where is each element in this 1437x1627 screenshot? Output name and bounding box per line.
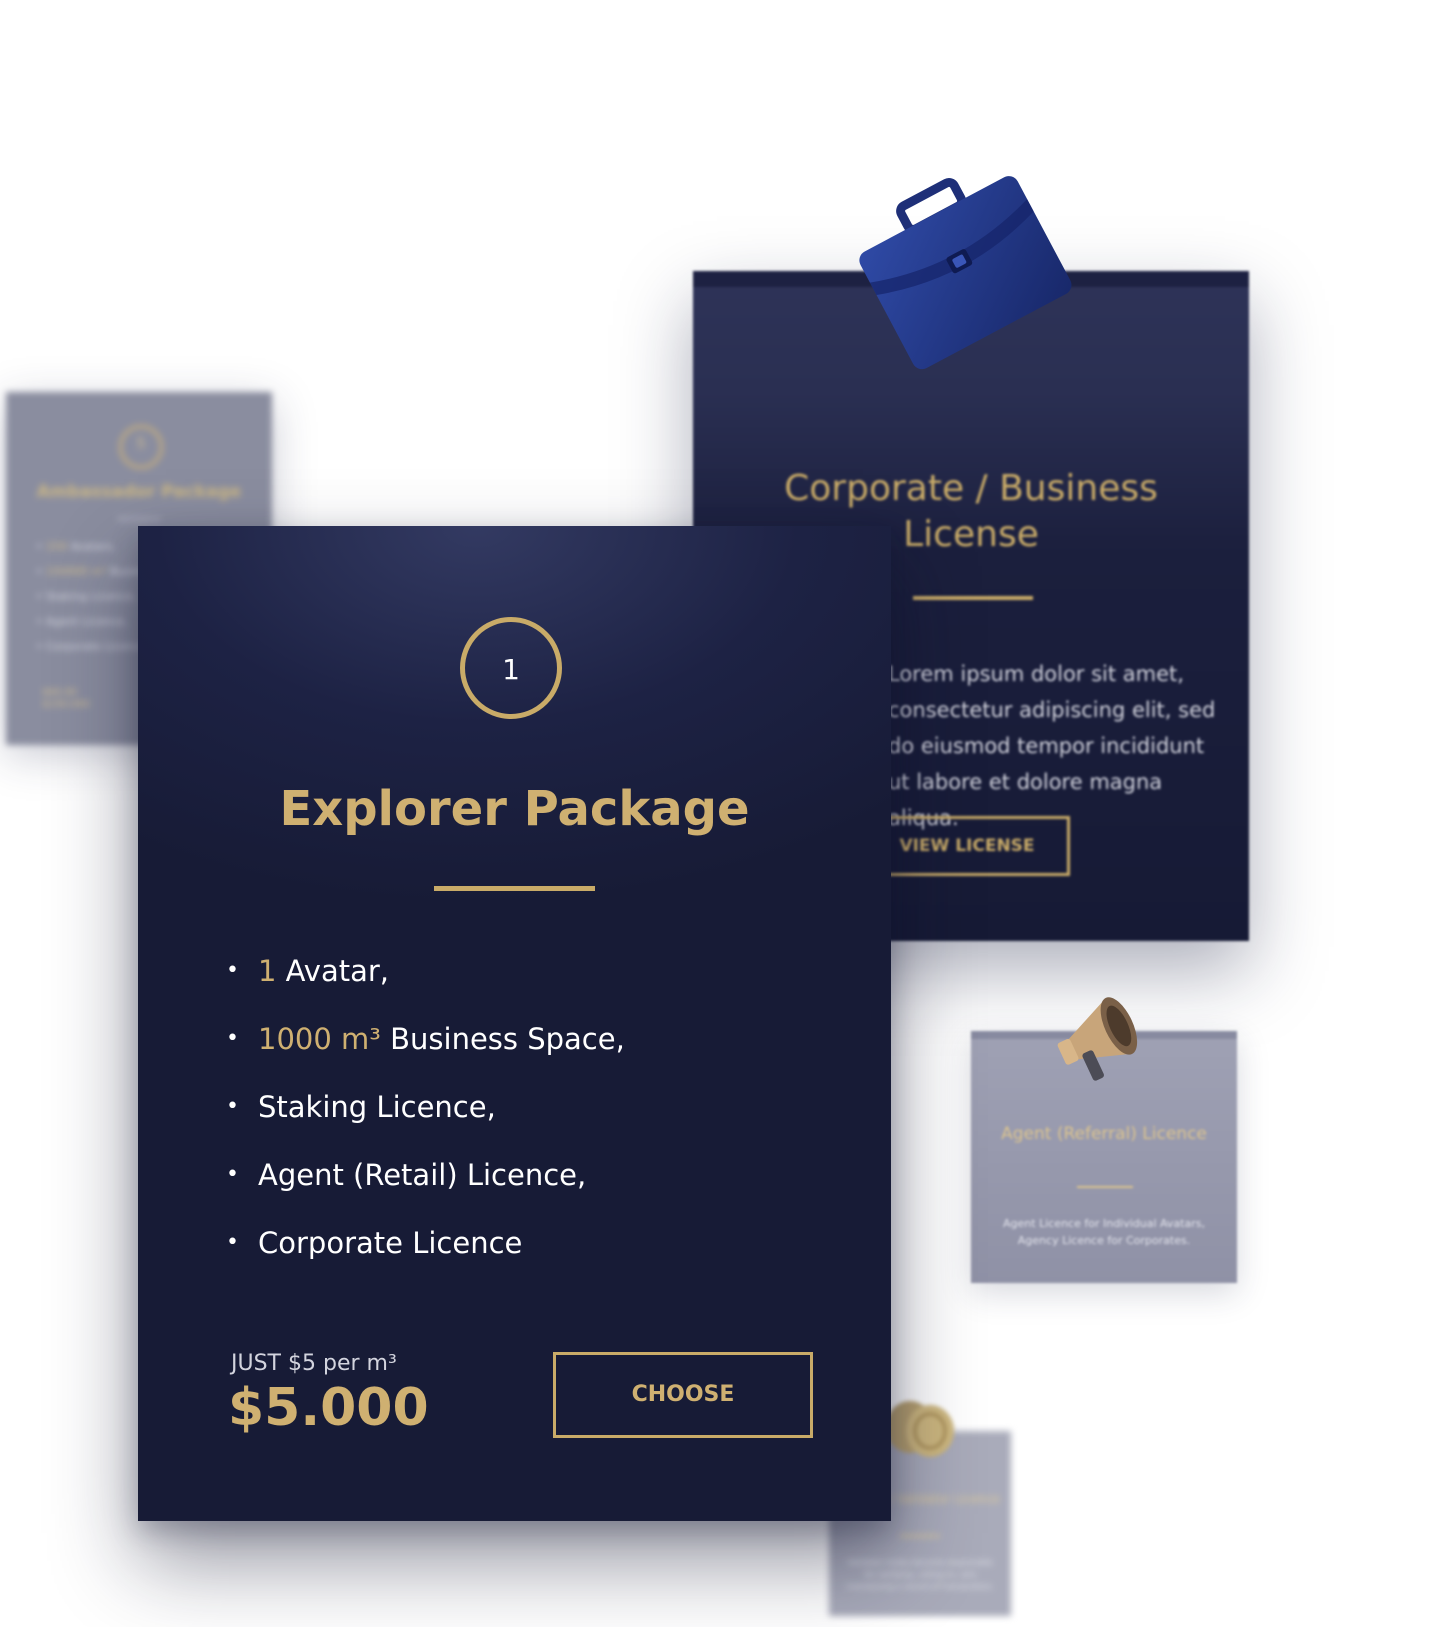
bullet-icon: • [226,1162,239,1187]
explorer-package-card: 1 Explorer Package • 1 Avatar, • 1000 m³ B… [138,526,891,1521]
view-license-button[interactable]: VIEW LICENSE [864,816,1070,876]
package-number: 1 [502,653,520,686]
list-item: • Corporate Licence [226,1223,625,1291]
title-divider [1077,1186,1133,1188]
agent-title: Agent (Referral) Licence [1001,1124,1207,1144]
list-item: • 1 Avatar, [226,951,625,1019]
list-item: • Agent (Retail) Licence, [226,1155,625,1223]
title-divider [913,596,1033,600]
explorer-title: Explorer Package [279,781,750,837]
agent-description: Agent Licence for Individual Avatars, Ag… [1003,1217,1205,1247]
choose-button[interactable]: CHOOSE [553,1352,813,1438]
list-item: • Staking Licence, [226,1087,625,1155]
ambassador-subtitle: Validator [116,514,162,525]
bullet-icon: • [226,1026,239,1051]
staking-description: Validator nodes become responsible for v… [846,1558,994,1591]
bullet-icon: • [226,958,239,983]
bullet-icon: • [226,1230,239,1255]
package-price: $5.000 [228,1378,429,1438]
ambassador-price: $60.00 $150.000 [42,687,90,710]
package-number-badge: 1 [460,617,562,719]
bullet-icon: • [226,1094,239,1119]
corporate-description: Lorem ipsum dolor sit amet, consectetur … [888,662,1216,830]
list-item: • 1000 m³ Business Space, [226,1019,625,1087]
title-divider [900,1535,940,1537]
title-divider [434,886,595,891]
package-number-badge: 5 [119,425,163,469]
coins-icon [886,1401,954,1457]
explorer-feature-list: • 1 Avatar, • 1000 m³ Business Space, • Sta… [226,951,625,1291]
price-per-unit: JUST $5 per m³ [231,1351,397,1376]
briefcase-icon [859,176,1072,370]
ambassador-title: Ambassador Package [36,482,242,502]
megaphone-icon [1057,997,1138,1081]
